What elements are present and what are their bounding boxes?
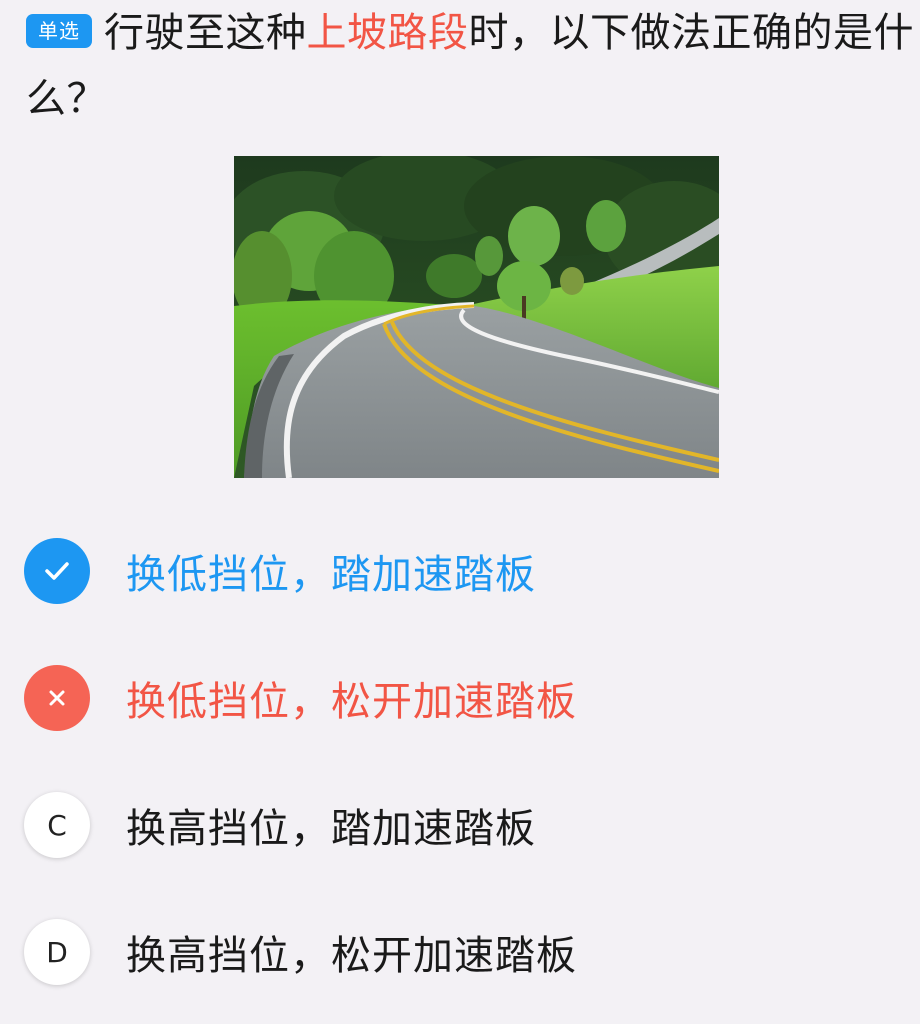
option-a-text: 换低挡位，踏加速踏板	[126, 552, 536, 598]
option-d[interactable]: D 换高挡位，松开加速踏板	[24, 917, 884, 987]
option-a[interactable]: 换低挡位，踏加速踏板	[24, 536, 884, 606]
option-c-text: 换高挡位，踏加速踏板	[126, 806, 536, 852]
check-icon	[24, 538, 90, 604]
option-b[interactable]: 换低挡位，松开加速踏板	[24, 663, 884, 733]
option-c-letter: C	[24, 792, 90, 858]
question-text: 单选 行驶至这种上坡路段时，以下做法正确的是什么？	[26, 0, 916, 132]
close-icon	[24, 665, 90, 731]
option-d-text: 换高挡位，松开加速踏板	[126, 933, 577, 979]
question-text-before: 行驶至这种	[104, 10, 307, 56]
question-keyword: 上坡路段	[306, 10, 469, 56]
uphill-road-photo	[234, 156, 719, 478]
option-b-text: 换低挡位，松开加速踏板	[126, 679, 577, 725]
question-image	[234, 156, 719, 478]
question-type-badge: 单选	[26, 14, 92, 48]
option-d-letter: D	[24, 919, 90, 985]
quiz-page: 单选 行驶至这种上坡路段时，以下做法正确的是什么？ 换低挡位，踏加速踏板 换低挡…	[0, 0, 920, 1024]
option-c[interactable]: C 换高挡位，踏加速踏板	[24, 790, 884, 860]
